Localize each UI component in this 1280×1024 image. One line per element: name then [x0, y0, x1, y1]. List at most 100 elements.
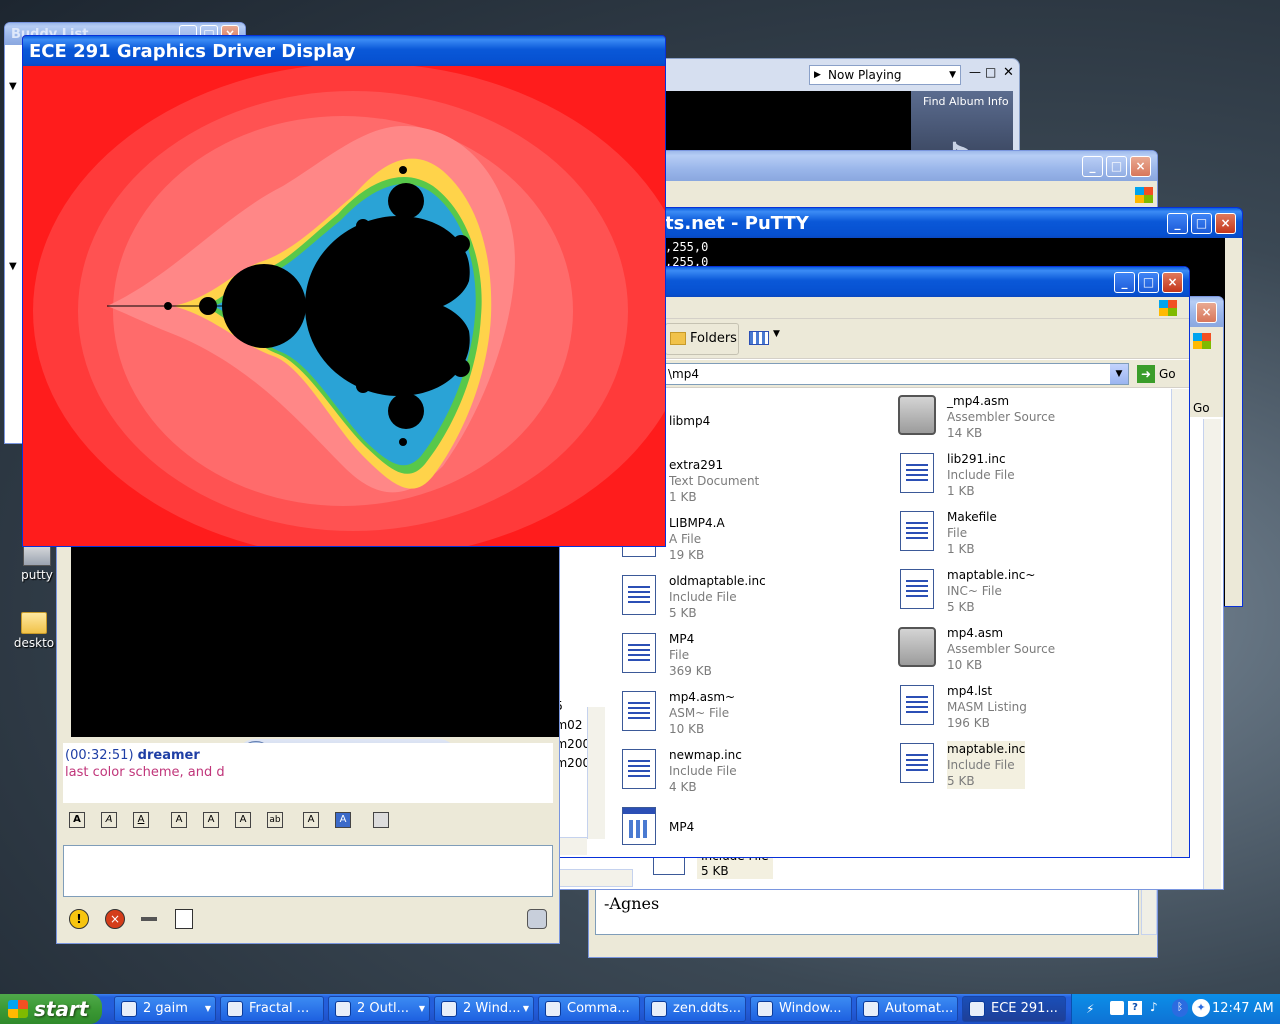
block-icon[interactable]: × — [105, 909, 125, 929]
taskbar-button[interactable]: Fractal ... — [220, 996, 324, 1022]
maximize-button[interactable]: □ — [1191, 212, 1212, 234]
chevron-down-icon[interactable]: ▼ — [9, 81, 17, 92]
close-button[interactable]: × — [1215, 212, 1236, 234]
chat-log[interactable]: (00:32:51) dreamer last color scheme, an… — [63, 743, 553, 803]
file-item[interactable]: mp4.lst MASM Listing 196 KB — [897, 683, 1027, 731]
email-titlebar[interactable]: _ □ × — [589, 151, 1157, 181]
insert-image-icon[interactable] — [373, 812, 389, 828]
file-item[interactable]: mp4.asm Assembler Source 10 KB — [897, 625, 1055, 673]
file-type: File — [669, 648, 690, 662]
video-panel — [71, 545, 559, 737]
taskbar-button[interactable]: zen.ddts... — [644, 996, 746, 1022]
taskbar-button-label: 2 gaim — [143, 1001, 188, 1016]
taskbar-button[interactable]: 2 Outl... ▼ — [328, 996, 430, 1022]
windows-flag-icon — [1159, 300, 1177, 316]
file-item[interactable]: MP4 — [619, 805, 694, 849]
scrollbar[interactable] — [1171, 389, 1189, 857]
taskbar-button[interactable]: Window... — [750, 996, 852, 1022]
italic-icon[interactable]: A — [101, 812, 117, 828]
now-playing-dropdown[interactable]: ▶ Now Playing ▼ — [809, 65, 961, 85]
window-title: ECE 291 Graphics Driver Display — [29, 40, 356, 62]
taskbar-button[interactable]: ECE 291... — [962, 996, 1066, 1022]
scrollbar[interactable] — [1141, 883, 1157, 935]
taskbar-button[interactable]: Automat... — [856, 996, 958, 1022]
scrollbar[interactable] — [1203, 419, 1221, 889]
font-larger-icon[interactable]: A — [171, 812, 187, 828]
start-button[interactable]: start — [0, 994, 102, 1024]
file-name: LIBMP4.A — [669, 516, 725, 530]
bold-icon[interactable]: A — [69, 812, 85, 828]
file-name: maptable.inc~ — [947, 568, 1036, 582]
taskbar: start 2 gaim ▼ Fractal ... 2 Outl... ▼ 2 Wind… — [0, 994, 1280, 1024]
chevron-down-icon[interactable]: ▼ — [9, 261, 17, 272]
network-icon[interactable]: ⚡ — [1086, 1002, 1094, 1016]
font-smaller-icon[interactable]: A — [235, 812, 251, 828]
minimize-button[interactable]: _ — [1082, 155, 1103, 177]
file-type: Include File — [669, 590, 737, 604]
background-color-icon[interactable]: A — [335, 812, 351, 828]
file-size: 5 KB — [947, 600, 975, 614]
file-type: MASM Listing — [947, 700, 1027, 714]
maximize-button[interactable]: □ — [985, 65, 996, 79]
views-button[interactable]: ▼ — [747, 327, 785, 351]
mandelbrot-fractal — [23, 66, 665, 546]
send-icon[interactable] — [527, 909, 547, 929]
taskbar-button[interactable]: 2 gaim ▼ — [114, 996, 216, 1022]
file-type: Assembler Source — [947, 410, 1056, 424]
go-button[interactable]: ➜ Go — [1135, 364, 1185, 384]
file-item[interactable]: MP4 File 369 KB — [619, 631, 712, 679]
maximize-button[interactable]: □ — [1138, 271, 1159, 293]
info-icon[interactable] — [175, 909, 193, 929]
volume-icon[interactable]: ♪ — [1150, 1000, 1158, 1014]
chevron-down-icon[interactable]: ▼ — [1110, 364, 1128, 384]
go-label[interactable]: Go — [1193, 401, 1210, 415]
file-icon — [619, 689, 659, 733]
folders-button[interactable]: Folders — [665, 323, 739, 355]
scrollbar[interactable] — [587, 707, 605, 839]
close-button[interactable]: ✕ — [1003, 65, 1014, 80]
antivirus-icon[interactable] — [1110, 1001, 1124, 1015]
chevron-down-icon: ▼ — [522, 1004, 529, 1013]
file-type: A File — [669, 532, 702, 546]
putty-icon — [651, 1001, 667, 1017]
graphics-driver-window[interactable]: ECE 291 Graphics Driver Display — [22, 35, 666, 547]
taskbar-button[interactable]: Comma... — [538, 996, 640, 1022]
warn-icon[interactable]: ! — [69, 909, 89, 929]
graphics-driver-titlebar[interactable]: ECE 291 Graphics Driver Display — [23, 36, 665, 66]
file-item[interactable]: _mp4.asm Assembler Source 14 KB — [897, 393, 1055, 441]
minimize-button[interactable]: — — [969, 65, 981, 79]
file-item[interactable]: oldmaptable.inc Include File 5 KB — [619, 573, 766, 621]
file-item[interactable]: mp4.asm~ ASM~ File 10 KB — [619, 689, 735, 737]
file-item[interactable]: lib291.inc Include File 1 KB — [897, 451, 1015, 499]
font-face-icon[interactable]: ab — [267, 812, 283, 828]
close-button[interactable]: × — [1162, 271, 1183, 293]
underline-icon[interactable]: A — [133, 812, 149, 828]
font-normal-icon[interactable]: A — [203, 812, 219, 828]
go-label: Go — [1159, 367, 1176, 381]
desktop-icon-label: deskto — [13, 636, 55, 650]
taskbar-button[interactable]: 2 Wind... ▼ — [434, 996, 534, 1022]
scrollbar[interactable] — [1225, 238, 1242, 606]
close-button[interactable]: × — [1196, 301, 1217, 323]
help-icon[interactable]: ? — [1128, 1001, 1142, 1015]
file-item[interactable]: maptable.inc~ INC~ File 5 KB — [897, 567, 1035, 615]
close-button[interactable]: × — [1130, 155, 1151, 177]
file-item[interactable]: maptable.inc Include File 5 KB — [897, 741, 1026, 789]
address-input[interactable]: \mp4 ▼ — [665, 363, 1129, 385]
safely-remove-icon[interactable]: ✦ — [1192, 999, 1210, 1017]
maximize-button[interactable]: □ — [1106, 155, 1127, 177]
clock[interactable]: 12:47 AM — [1212, 1001, 1274, 1016]
message-input[interactable] — [63, 845, 553, 897]
minimize-button[interactable]: _ — [1114, 271, 1135, 293]
chat-message: last color scheme, and d — [65, 765, 225, 780]
file-item[interactable]: Makefile File 1 KB — [897, 509, 997, 557]
file-item[interactable]: newmap.inc Include File 4 KB — [619, 747, 742, 795]
find-album-info-link[interactable]: Find Album Info — [911, 91, 1013, 108]
bluetooth-icon[interactable]: ᛒ — [1172, 999, 1188, 1017]
font-color-icon[interactable]: A — [303, 812, 319, 828]
remove-icon[interactable] — [141, 917, 157, 921]
taskbar-button-label: Comma... — [567, 1001, 630, 1016]
putty-titlebar[interactable]: ts.net - PuTTY _ □ × — [621, 208, 1242, 238]
minimize-button[interactable]: _ — [1167, 212, 1188, 234]
email-body[interactable]: -Agnes — [595, 883, 1139, 935]
